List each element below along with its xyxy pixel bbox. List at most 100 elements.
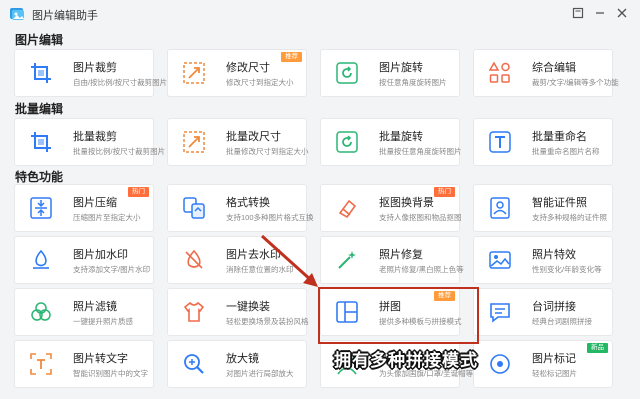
card-cutout[interactable]: 热门 抠图换背景 支持人像抠图和物品抠图	[320, 184, 462, 232]
card-title: 一键换装	[226, 301, 270, 313]
rotate-icon	[336, 131, 358, 153]
chat-bubble-icon	[490, 303, 510, 323]
card-desc: 性别变化/年龄变化等	[532, 265, 602, 274]
card-title: 图片转文字	[73, 353, 128, 365]
card-title: 照片特效	[532, 249, 576, 261]
compress-icon	[30, 197, 52, 219]
card-title: 格式转换	[226, 197, 270, 209]
card-title: 图片裁剪	[73, 62, 117, 74]
section-title-feature: 特色功能	[15, 170, 64, 184]
new-badge: 新品	[587, 343, 608, 353]
crop-icon	[31, 63, 51, 83]
card-desc: 压缩图片至指定大小	[73, 213, 141, 222]
recommend-badge: 推荐	[434, 291, 455, 301]
card-title: 批量改尺寸	[226, 131, 281, 143]
card-title: 台词拼接	[532, 301, 576, 313]
card-desc: 对图片进行局部放大	[226, 369, 294, 378]
section-title-batch: 批量编辑	[15, 102, 64, 116]
card-title: 照片滤镜	[73, 301, 117, 313]
watermark-remove-icon	[185, 249, 203, 269]
card-title: 批量裁剪	[73, 131, 117, 143]
minimize-button[interactable]	[591, 4, 609, 22]
card-title: 综合编辑	[532, 62, 576, 74]
card-effects[interactable]: 照片特效 性别变化/年龄变化等	[473, 236, 613, 284]
mark-icon	[490, 354, 510, 374]
magic-wand-icon	[338, 251, 356, 269]
card-convert[interactable]: 格式转换 支持100多种图片格式互换	[167, 184, 314, 232]
card-collage[interactable]: 推荐 拼图 提供多种模板与拼接模式	[320, 288, 462, 336]
collage-icon	[336, 301, 358, 323]
card-desc: 裁剪/文字/编辑等多个功能	[532, 78, 619, 87]
card-title: 照片修复	[379, 249, 423, 261]
card-rotate[interactable]: 图片旋转 按任意角度旋转图片	[320, 49, 460, 97]
id-photo-icon	[490, 197, 510, 219]
card-desc: 轻松标记图片	[532, 369, 577, 378]
grid-apps-icon	[489, 62, 510, 83]
card-batch-resize[interactable]: 批量改尺寸 批量修改尺寸到指定大小	[167, 118, 309, 166]
card-watermark-remove[interactable]: 图片去水印 消除任意位置的水印	[167, 236, 307, 284]
card-title: 修改尺寸	[226, 62, 270, 74]
card-title: 抠图换背景	[379, 197, 434, 209]
card-batch-crop[interactable]: 批量裁剪 批量按比例/按尺寸裁剪图片	[14, 118, 165, 166]
hot-badge: 热门	[434, 187, 455, 197]
card-title: 图片压缩	[73, 197, 117, 209]
card-desc: 经典台词剧照拼接	[532, 317, 592, 326]
card-desc: 修改尺寸到指定大小	[226, 78, 294, 87]
card-id-photo[interactable]: 智能证件照 支持多种规格的证件照	[473, 184, 613, 232]
ocr-icon	[30, 353, 52, 375]
crop-icon	[31, 132, 51, 152]
recommend-badge: 推荐	[281, 52, 302, 62]
card-title: 图片去水印	[226, 249, 281, 261]
eraser-icon	[338, 199, 357, 219]
card-desc: 支持添加文字/图片水印	[73, 265, 151, 274]
card-combo[interactable]: 综合编辑 裁剪/文字/编辑等多个功能	[473, 49, 619, 97]
card-title: 批量重命名	[532, 131, 587, 143]
card-desc: 自由/按比例/按尺寸裁剪图片	[73, 78, 168, 87]
card-desc: 支持人像抠图和物品抠图	[379, 213, 462, 222]
card-mark[interactable]: 新品 图片标记 轻松标记图片	[473, 340, 613, 388]
card-batch-rename[interactable]: 批量重命名 批量重命名图片名称	[473, 118, 613, 166]
settings-icon[interactable]	[569, 4, 587, 22]
card-title: 图片旋转	[379, 62, 423, 74]
title-bar: 图片编辑助手	[0, 0, 640, 28]
resize-icon	[183, 62, 205, 84]
card-title: 图片加水印	[73, 249, 128, 261]
card-desc: 支持多种规格的证件照	[532, 213, 607, 222]
convert-icon	[183, 197, 205, 219]
card-desc: 批量按任意角度旋转图片	[379, 147, 462, 156]
card-ocr[interactable]: 图片转文字 智能识别图片中的文字	[14, 340, 154, 388]
watermark-add-icon	[33, 249, 49, 269]
close-button[interactable]	[613, 4, 631, 22]
card-repair[interactable]: 照片修复 老照片修复/黑白照上色等	[320, 236, 464, 284]
card-title: 拼图	[379, 301, 401, 313]
filter-circles-icon	[31, 302, 51, 321]
card-desc: 消除任意位置的水印	[226, 265, 294, 274]
card-lines[interactable]: 台词拼接 经典台词剧照拼接	[473, 288, 613, 336]
tshirt-icon	[183, 301, 205, 322]
app-title: 图片编辑助手	[32, 10, 98, 22]
resize-icon	[183, 131, 205, 153]
card-desc: 一键提升照片质感	[73, 317, 133, 326]
card-desc: 提供多种模板与拼接模式	[379, 317, 462, 326]
annotation-caption: 拥有多种拼接模式	[334, 351, 478, 370]
card-title: 图片标记	[532, 353, 576, 365]
card-desc: 批量重命名图片名称	[532, 147, 600, 156]
card-desc: 批量按比例/按尺寸裁剪图片	[73, 147, 166, 156]
image-effects-icon	[489, 251, 511, 269]
section-title-edit: 图片编辑	[15, 33, 64, 47]
card-desc: 老照片修复/黑白照上色等	[379, 265, 464, 274]
card-compress[interactable]: 热门 图片压缩 压缩图片至指定大小	[14, 184, 154, 232]
hot-badge: 热门	[128, 187, 149, 197]
card-batch-rotate[interactable]: 批量旋转 批量按任意角度旋转图片	[320, 118, 462, 166]
card-watermark-add[interactable]: 图片加水印 支持添加文字/图片水印	[14, 236, 154, 284]
card-crop[interactable]: 图片裁剪 自由/按比例/按尺寸裁剪图片	[14, 49, 167, 97]
card-outfit[interactable]: 一键换装 轻松更换场景及装扮风格	[167, 288, 309, 336]
rotate-icon	[336, 62, 358, 84]
card-title: 放大镜	[226, 353, 259, 365]
card-resize[interactable]: 推荐 修改尺寸 修改尺寸到指定大小	[167, 49, 307, 97]
magnifier-icon	[184, 354, 204, 374]
card-filter[interactable]: 照片滤镜 一键提升照片质感	[14, 288, 154, 336]
card-magnifier[interactable]: 放大镜 对图片进行局部放大	[167, 340, 307, 388]
card-title: 批量旋转	[379, 131, 423, 143]
app-logo-icon	[10, 8, 24, 20]
